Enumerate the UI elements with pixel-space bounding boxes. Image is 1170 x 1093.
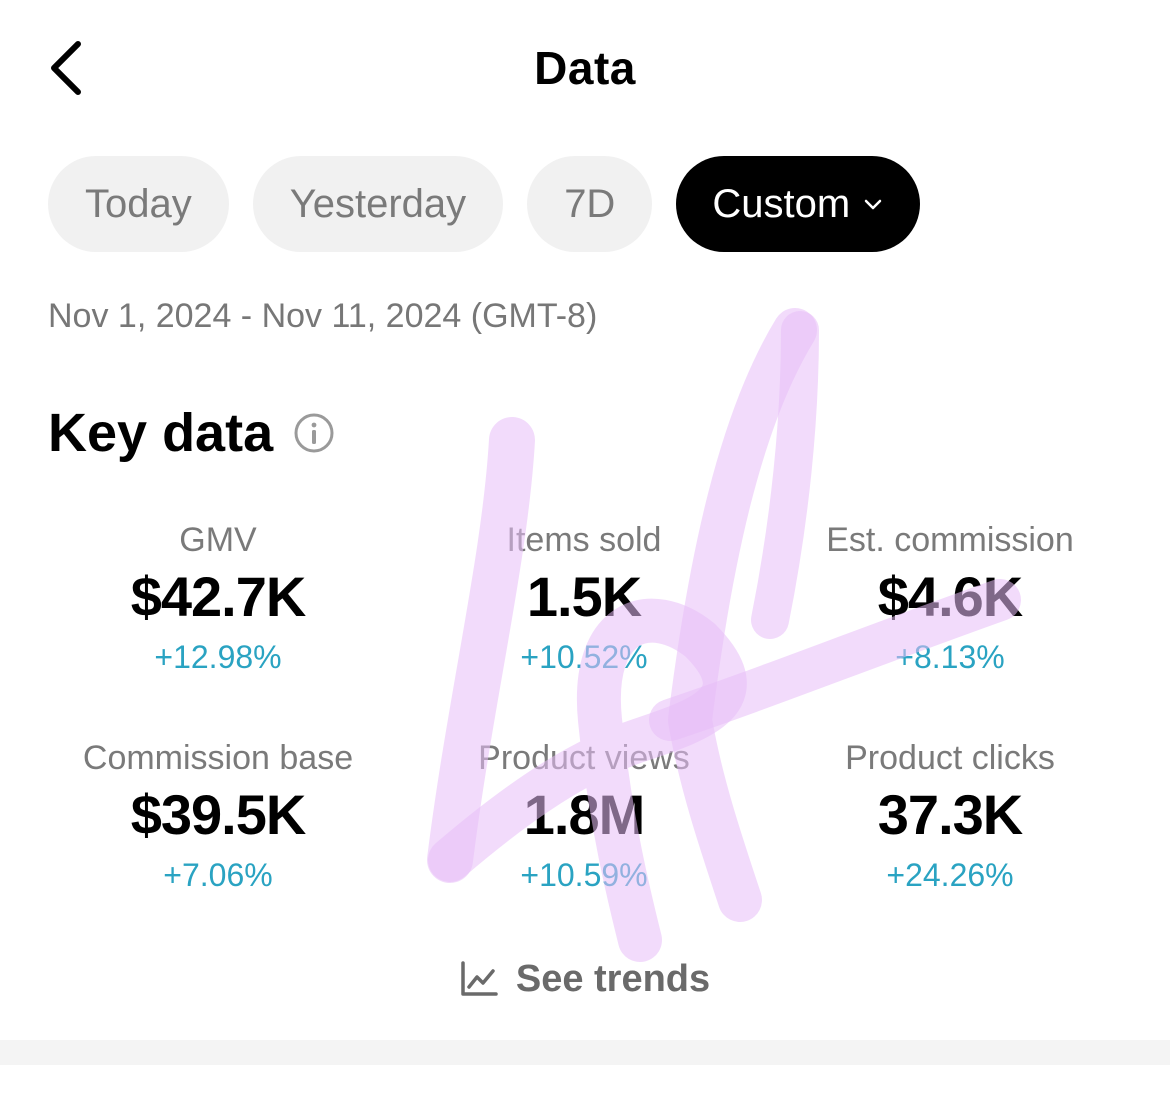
metric-label: Product views xyxy=(478,739,690,777)
metric-change: +24.26% xyxy=(886,857,1014,893)
metric-label: GMV xyxy=(179,521,257,559)
metric-change: +10.59% xyxy=(520,857,648,893)
metric-change: +7.06% xyxy=(163,857,273,893)
metric-value: 1.5K xyxy=(526,565,642,628)
metric-gmv[interactable]: GMV $42.7K +12.98% xyxy=(35,518,401,736)
tab-label: Today xyxy=(85,182,192,226)
metric-commission-base[interactable]: Commission base $39.5K +7.06% xyxy=(35,736,401,954)
metric-value: 37.3K xyxy=(877,783,1023,846)
metric-label: Product clicks xyxy=(845,739,1055,777)
tab-today[interactable]: Today xyxy=(48,156,229,252)
metric-value: $42.7K xyxy=(130,565,307,628)
metric-change: +12.98% xyxy=(154,639,282,675)
metric-items-sold[interactable]: Items sold 1.5K +10.52% xyxy=(401,518,767,736)
metric-est-commission[interactable]: Est. commission $4.6K +8.13% xyxy=(767,518,1133,736)
metric-change: +10.52% xyxy=(520,639,648,675)
metrics-grid: GMV $42.7K +12.98% Items sold 1.5K +10.5… xyxy=(35,518,1135,954)
metric-product-clicks[interactable]: Product clicks 37.3K +24.26% xyxy=(767,736,1133,954)
tab-yesterday[interactable]: Yesterday xyxy=(252,156,504,252)
tab-label: Custom xyxy=(712,182,851,226)
key-data-heading: Key data xyxy=(48,400,335,466)
section-title: Key data xyxy=(48,403,274,463)
tab-custom[interactable]: Custom xyxy=(676,156,921,252)
metric-value: $4.6K xyxy=(877,565,1023,628)
tab-7d[interactable]: 7D xyxy=(527,156,653,252)
metric-label: Commission base xyxy=(82,739,354,777)
date-filter-tabs: Today Yesterday 7D Custom xyxy=(48,156,921,252)
metric-change: +8.13% xyxy=(895,639,1005,675)
tab-label: 7D xyxy=(564,182,616,226)
see-trends-link[interactable]: See trends xyxy=(0,952,1170,1006)
metric-value: $39.5K xyxy=(130,783,307,846)
chevron-down-icon xyxy=(864,199,882,210)
section-divider xyxy=(0,1040,1170,1065)
metric-label: Items sold xyxy=(506,521,662,559)
tab-label: Yesterday xyxy=(289,182,467,226)
line-chart-icon xyxy=(461,961,498,996)
metric-value: 1.8M xyxy=(523,783,646,846)
info-icon[interactable] xyxy=(293,412,335,454)
page-title: Data xyxy=(534,42,636,94)
see-trends-label: See trends xyxy=(515,958,711,1000)
data-page: Data Today Yesterday 7D Custom Nov 1, 20… xyxy=(0,0,1170,1093)
header: Data xyxy=(0,0,1170,135)
metric-label: Est. commission xyxy=(826,521,1074,559)
date-range-label: Nov 1, 2024 - Nov 11, 2024 (GMT-8) xyxy=(48,297,598,335)
metric-product-views[interactable]: Product views 1.8M +10.59% xyxy=(401,736,767,954)
